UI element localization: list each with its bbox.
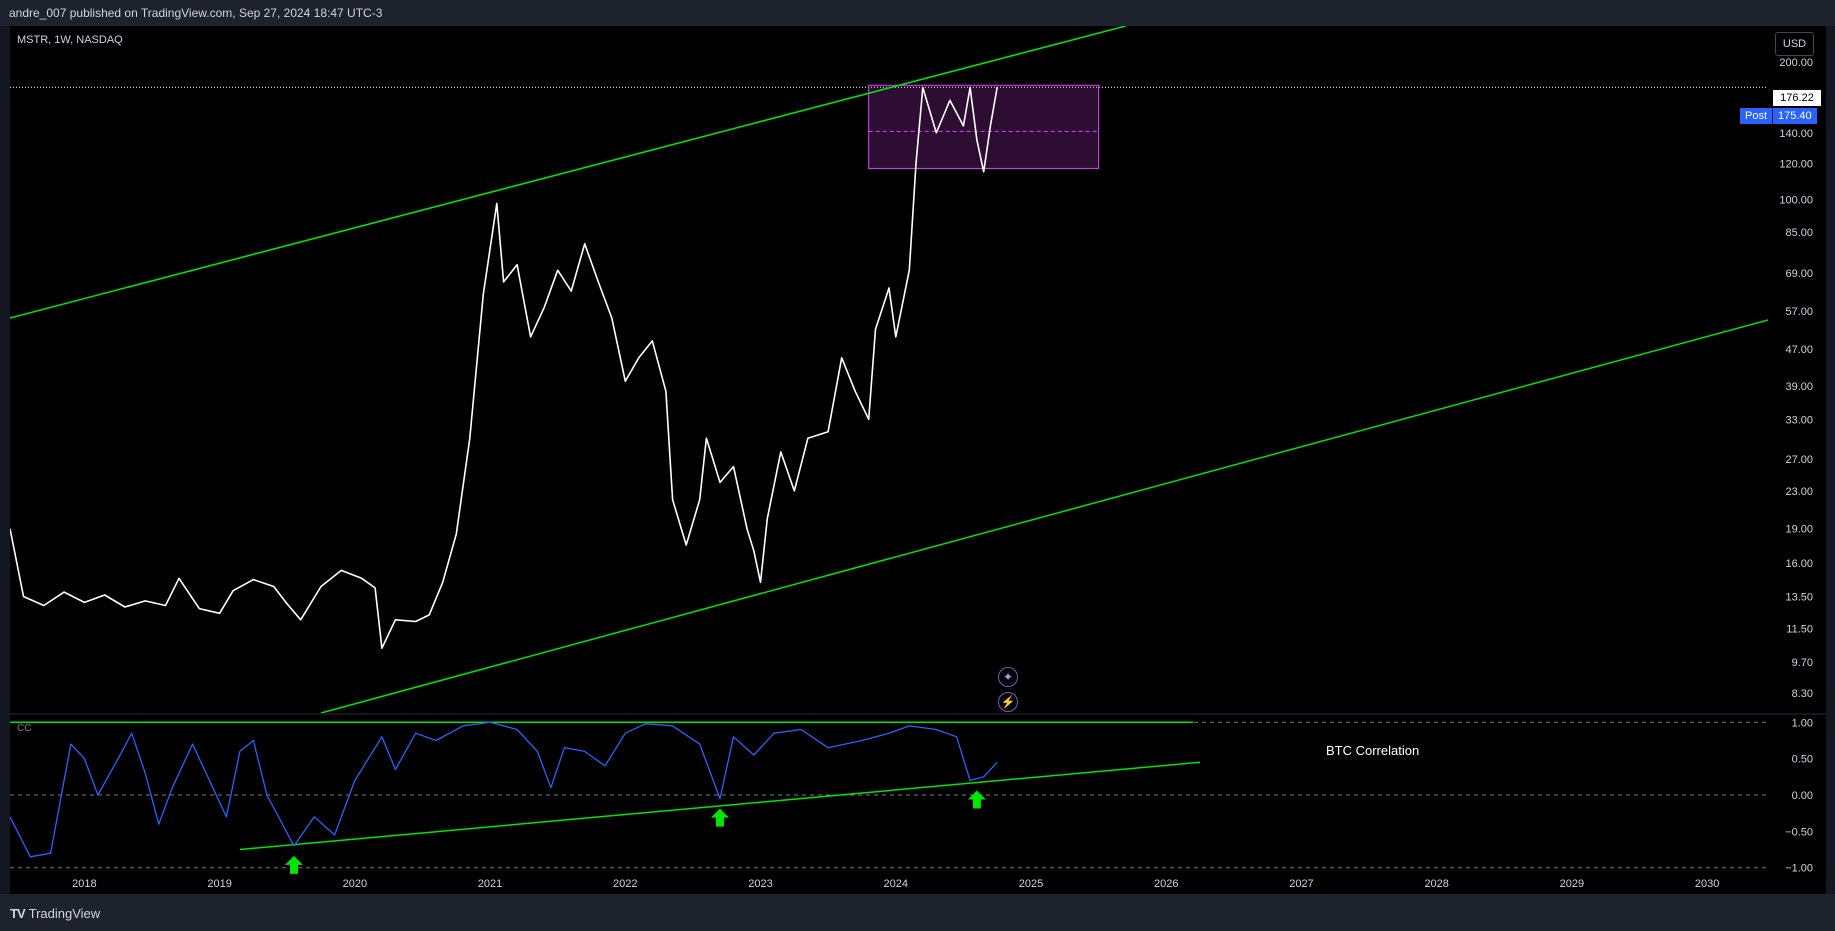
x-tick-label: 2023 <box>748 878 772 890</box>
x-tick-label: 2027 <box>1289 878 1313 890</box>
last-price-tag: 176.22 <box>1773 90 1821 106</box>
x-tick-label: 2026 <box>1154 878 1178 890</box>
lightning-icon[interactable]: ⚡ <box>998 692 1018 712</box>
y-tick-label: 47.00 <box>1785 344 1813 356</box>
post-label: Post <box>1740 108 1773 124</box>
range-box <box>868 84 1100 169</box>
y-tick-label: 19.00 <box>1785 524 1813 536</box>
arrow-up-icon <box>967 790 986 809</box>
y-tick-label: 57.00 <box>1785 306 1813 318</box>
y-tick-label: 8.30 <box>1792 688 1813 700</box>
y-tick-label: 39.00 <box>1785 381 1813 393</box>
tradingview-brand: TradingView <box>28 906 101 921</box>
correlation-support-line <box>239 761 1201 851</box>
chart-svg[interactable]: 200.00 140.00 120.00 100.00 85.00 69.00 57.00 4… <box>0 0 1835 931</box>
arrow-up-icon <box>710 808 729 827</box>
x-tick-label: 2018 <box>72 878 96 890</box>
price-series-line <box>10 86 998 649</box>
y-tick-label: 100.00 <box>1779 195 1813 207</box>
x-tick-label: 2019 <box>207 878 231 890</box>
y-tick-label: 120.00 <box>1779 158 1813 170</box>
x-tick-label: 2024 <box>884 878 908 890</box>
x-tick-label: 2030 <box>1695 878 1719 890</box>
x-tick-label: 2028 <box>1424 878 1448 890</box>
indicator-y-tick-label: 0.00 <box>1792 790 1813 802</box>
y-tick-label: 23.00 <box>1785 486 1813 498</box>
indicator-y-tick-label: −0.50 <box>1785 826 1813 838</box>
x-tick-label: 2029 <box>1560 878 1584 890</box>
x-tick-label: 2022 <box>613 878 637 890</box>
currency-button[interactable]: USD <box>1775 32 1814 56</box>
arrow-up-icon <box>284 855 303 874</box>
footer-bar <box>0 894 1835 931</box>
post-market-tag: Post 175.40 <box>1740 108 1817 124</box>
indicator-y-tick-label: 1.00 <box>1792 717 1813 729</box>
y-tick-label: 11.50 <box>1786 623 1813 635</box>
symbol-label[interactable]: MSTR, 1W, NASDAQ <box>17 34 123 46</box>
y-tick-label: 33.00 <box>1785 414 1813 426</box>
indicator-y-tick-label: 0.50 <box>1792 754 1813 766</box>
channel-line-lower <box>320 319 1768 713</box>
x-tick-label: 2020 <box>343 878 367 890</box>
y-tick-label: 69.00 <box>1785 268 1813 280</box>
channel-line-upper <box>10 26 1126 319</box>
indicator-y-tick-label: −1.00 <box>1785 863 1813 875</box>
btc-correlation-annotation: BTC Correlation <box>1326 743 1420 758</box>
sparkle-icon[interactable]: ✦ <box>998 667 1018 687</box>
y-tick-label: 85.00 <box>1785 227 1813 239</box>
y-tick-label: 27.00 <box>1785 454 1813 466</box>
y-tick-label: 13.50 <box>1785 591 1813 603</box>
tradingview-logo-icon: TV <box>10 906 26 921</box>
indicator-label[interactable]: CC <box>17 723 31 734</box>
tradingview-logo[interactable]: TV TradingView <box>10 906 100 921</box>
post-price: 175.40 <box>1772 108 1817 124</box>
x-tick-label: 2025 <box>1019 878 1043 890</box>
y-tick-label: 200.00 <box>1779 57 1813 69</box>
y-tick-label: 16.00 <box>1785 558 1813 570</box>
y-tick-label: 140.00 <box>1779 128 1813 140</box>
correlation-series-line <box>9 721 998 858</box>
x-tick-label: 2021 <box>478 878 502 890</box>
y-tick-label: 9.70 <box>1792 657 1813 669</box>
